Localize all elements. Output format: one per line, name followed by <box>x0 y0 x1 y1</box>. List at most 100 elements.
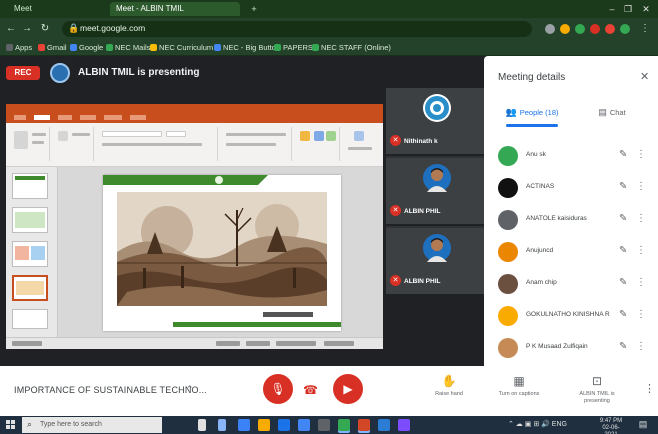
close-window-icon[interactable]: ✕ <box>638 2 654 16</box>
taskbar-clock[interactable]: 9:47 PM 02-06-2021 <box>596 418 626 434</box>
bookmark-item[interactable]: Gmail <box>38 42 67 54</box>
bookmark-item[interactable]: NEC Curriculum <box>150 42 213 54</box>
browser-tab-meet[interactable]: Meet <box>8 2 104 16</box>
extension-icon[interactable] <box>605 24 615 34</box>
more-icon[interactable]: ⋮ <box>636 213 646 224</box>
shapes-icon <box>300 131 310 141</box>
bookmark-item[interactable]: Google <box>70 42 103 54</box>
chat-icon: ▤ <box>598 107 607 117</box>
presenting-button[interactable]: ⊡ ALBIN TMIL is presenting <box>568 374 626 404</box>
folder-icon[interactable] <box>258 419 270 431</box>
tile-name: ALBIN PHIL <box>404 278 441 285</box>
store-icon[interactable] <box>278 419 290 431</box>
taskbar-search-input[interactable]: ⌕ Type here to search <box>22 417 162 433</box>
reload-icon[interactable]: ↻ <box>38 22 52 36</box>
powerpoint-icon[interactable] <box>358 419 370 431</box>
meeting-title[interactable]: IMPORTANCE OF SUSTAINABLE TECHNO... <box>14 385 207 395</box>
camera-toggle-button[interactable]: ▶ <box>333 374 363 404</box>
mute-icon[interactable]: ✎ <box>619 213 627 224</box>
tab-chat[interactable]: ▤ Chat <box>574 102 650 122</box>
search-icon: ⌕ <box>27 419 33 429</box>
captions-button[interactable]: ▦ Turn on captions <box>490 374 548 398</box>
mute-icon[interactable]: ✎ <box>619 277 627 288</box>
extension-icon[interactable] <box>575 24 585 34</box>
extension-icon[interactable] <box>560 24 570 34</box>
participant-tile[interactable]: ✕ ALBIN PHIL <box>386 158 484 226</box>
more-icon[interactable]: ⋮ <box>636 341 646 352</box>
browser-menu-icon[interactable]: ⋮ <box>638 22 652 36</box>
search-placeholder: Type here to search <box>40 421 102 428</box>
more-options-icon[interactable]: ⋮ <box>644 382 655 395</box>
more-icon[interactable]: ⋮ <box>636 245 646 256</box>
slide-thumbnail[interactable] <box>12 207 48 233</box>
mute-icon[interactable]: ✎ <box>619 149 627 160</box>
bookmark-item[interactable]: NEC STAFF (Online) <box>312 42 391 54</box>
browser-toolbar: ← → ↻ 🔒 meet.google.com ⋮ <box>0 18 658 40</box>
ribbon-line <box>102 143 202 146</box>
edge-icon[interactable] <box>238 419 250 431</box>
mail-icon[interactable] <box>298 419 310 431</box>
more-icon[interactable]: ⋮ <box>636 149 646 160</box>
slide-thumbnail[interactable] <box>12 241 48 267</box>
task-view-icon[interactable] <box>218 419 226 431</box>
participant-row[interactable]: ACTINAS ✎ ⋮ <box>484 172 658 204</box>
profile-avatar[interactable] <box>620 24 630 34</box>
browser-tab-active[interactable]: Meet - ALBIN TMIL <box>110 2 240 16</box>
recording-badge: REC <box>6 66 40 80</box>
mute-icon[interactable]: ✎ <box>619 245 627 256</box>
new-tab-button[interactable]: + <box>248 3 260 15</box>
zoom-slider[interactable] <box>276 341 316 346</box>
cortana-icon[interactable] <box>198 419 206 431</box>
windows-start-icon[interactable] <box>6 420 16 430</box>
maximize-icon[interactable]: ❐ <box>620 2 636 16</box>
more-icon[interactable]: ⋮ <box>636 309 646 320</box>
participant-row[interactable]: ANATOLE kaisiduras ✎ ⋮ <box>484 204 658 236</box>
chevron-up-icon[interactable]: ⌃ <box>186 384 194 395</box>
bookmark-item[interactable]: Apps <box>6 42 32 54</box>
find-icon <box>354 131 364 141</box>
minimize-icon[interactable]: – <box>604 2 620 16</box>
hang-up-button[interactable]: ☎ <box>303 383 318 397</box>
tab-label: People (18) <box>519 108 559 117</box>
bookmark-item[interactable]: NEC Mails <box>106 42 150 54</box>
slide-thumbnail[interactable] <box>12 173 48 199</box>
participant-tile[interactable]: ✕ Nithinath k <box>386 88 484 156</box>
star-icon[interactable] <box>545 24 555 34</box>
mute-icon[interactable]: ✎ <box>619 309 627 320</box>
new-slide-icon <box>58 131 68 141</box>
bookmark-item[interactable]: NEC - Big Button <box>214 42 280 54</box>
address-bar[interactable]: 🔒 meet.google.com <box>62 21 532 37</box>
word-icon[interactable] <box>378 419 390 431</box>
app-icon[interactable] <box>398 419 410 431</box>
back-icon[interactable]: ← <box>4 22 18 36</box>
arrange-icon <box>314 131 324 141</box>
avatar <box>498 338 518 358</box>
app-icon[interactable] <box>318 419 330 431</box>
slide-thumbnail[interactable] <box>12 309 48 329</box>
mute-icon[interactable]: ✎ <box>619 341 627 352</box>
notification-icon[interactable]: ▤ <box>636 419 650 431</box>
participant-row[interactable]: Anujuncd ✎ ⋮ <box>484 236 658 268</box>
tab-people[interactable]: 👥 People (18) <box>494 102 570 122</box>
raise-hand-button[interactable]: ✋ Raise hand <box>420 374 478 398</box>
mute-icon[interactable]: ✎ <box>619 181 627 192</box>
extension-icon[interactable] <box>590 24 600 34</box>
system-tray[interactable]: ⌃ ☁ ▣ ⊞ 🔊 ENG <box>508 420 567 428</box>
chrome-icon[interactable] <box>338 419 350 431</box>
bookmark-item[interactable]: PAPERS <box>274 42 313 54</box>
forward-icon[interactable]: → <box>20 22 34 36</box>
slide-thumbnail-selected[interactable] <box>12 275 48 301</box>
participant-row[interactable]: P K Musaad Zulfiqain ✎ ⋮ <box>484 332 658 364</box>
more-icon[interactable]: ⋮ <box>636 181 646 192</box>
mic-toggle-button[interactable]: 🎙 <box>263 374 293 404</box>
participant-row[interactable]: Anu sk ✎ ⋮ <box>484 140 658 172</box>
ribbon-line <box>226 143 276 146</box>
mic-off-icon: ✕ <box>390 275 401 286</box>
slide-caption-bar <box>263 312 313 317</box>
participant-tile[interactable]: ✕ ALBIN PHIL <box>386 228 484 296</box>
participant-row[interactable]: GOKULNATHO KINISHNA R ✎ ⋮ <box>484 300 658 332</box>
participant-row[interactable]: Anam chip ✎ ⋮ <box>484 268 658 300</box>
slide-footer-bar <box>173 322 341 327</box>
close-icon[interactable]: ✕ <box>640 70 649 83</box>
more-icon[interactable]: ⋮ <box>636 277 646 288</box>
